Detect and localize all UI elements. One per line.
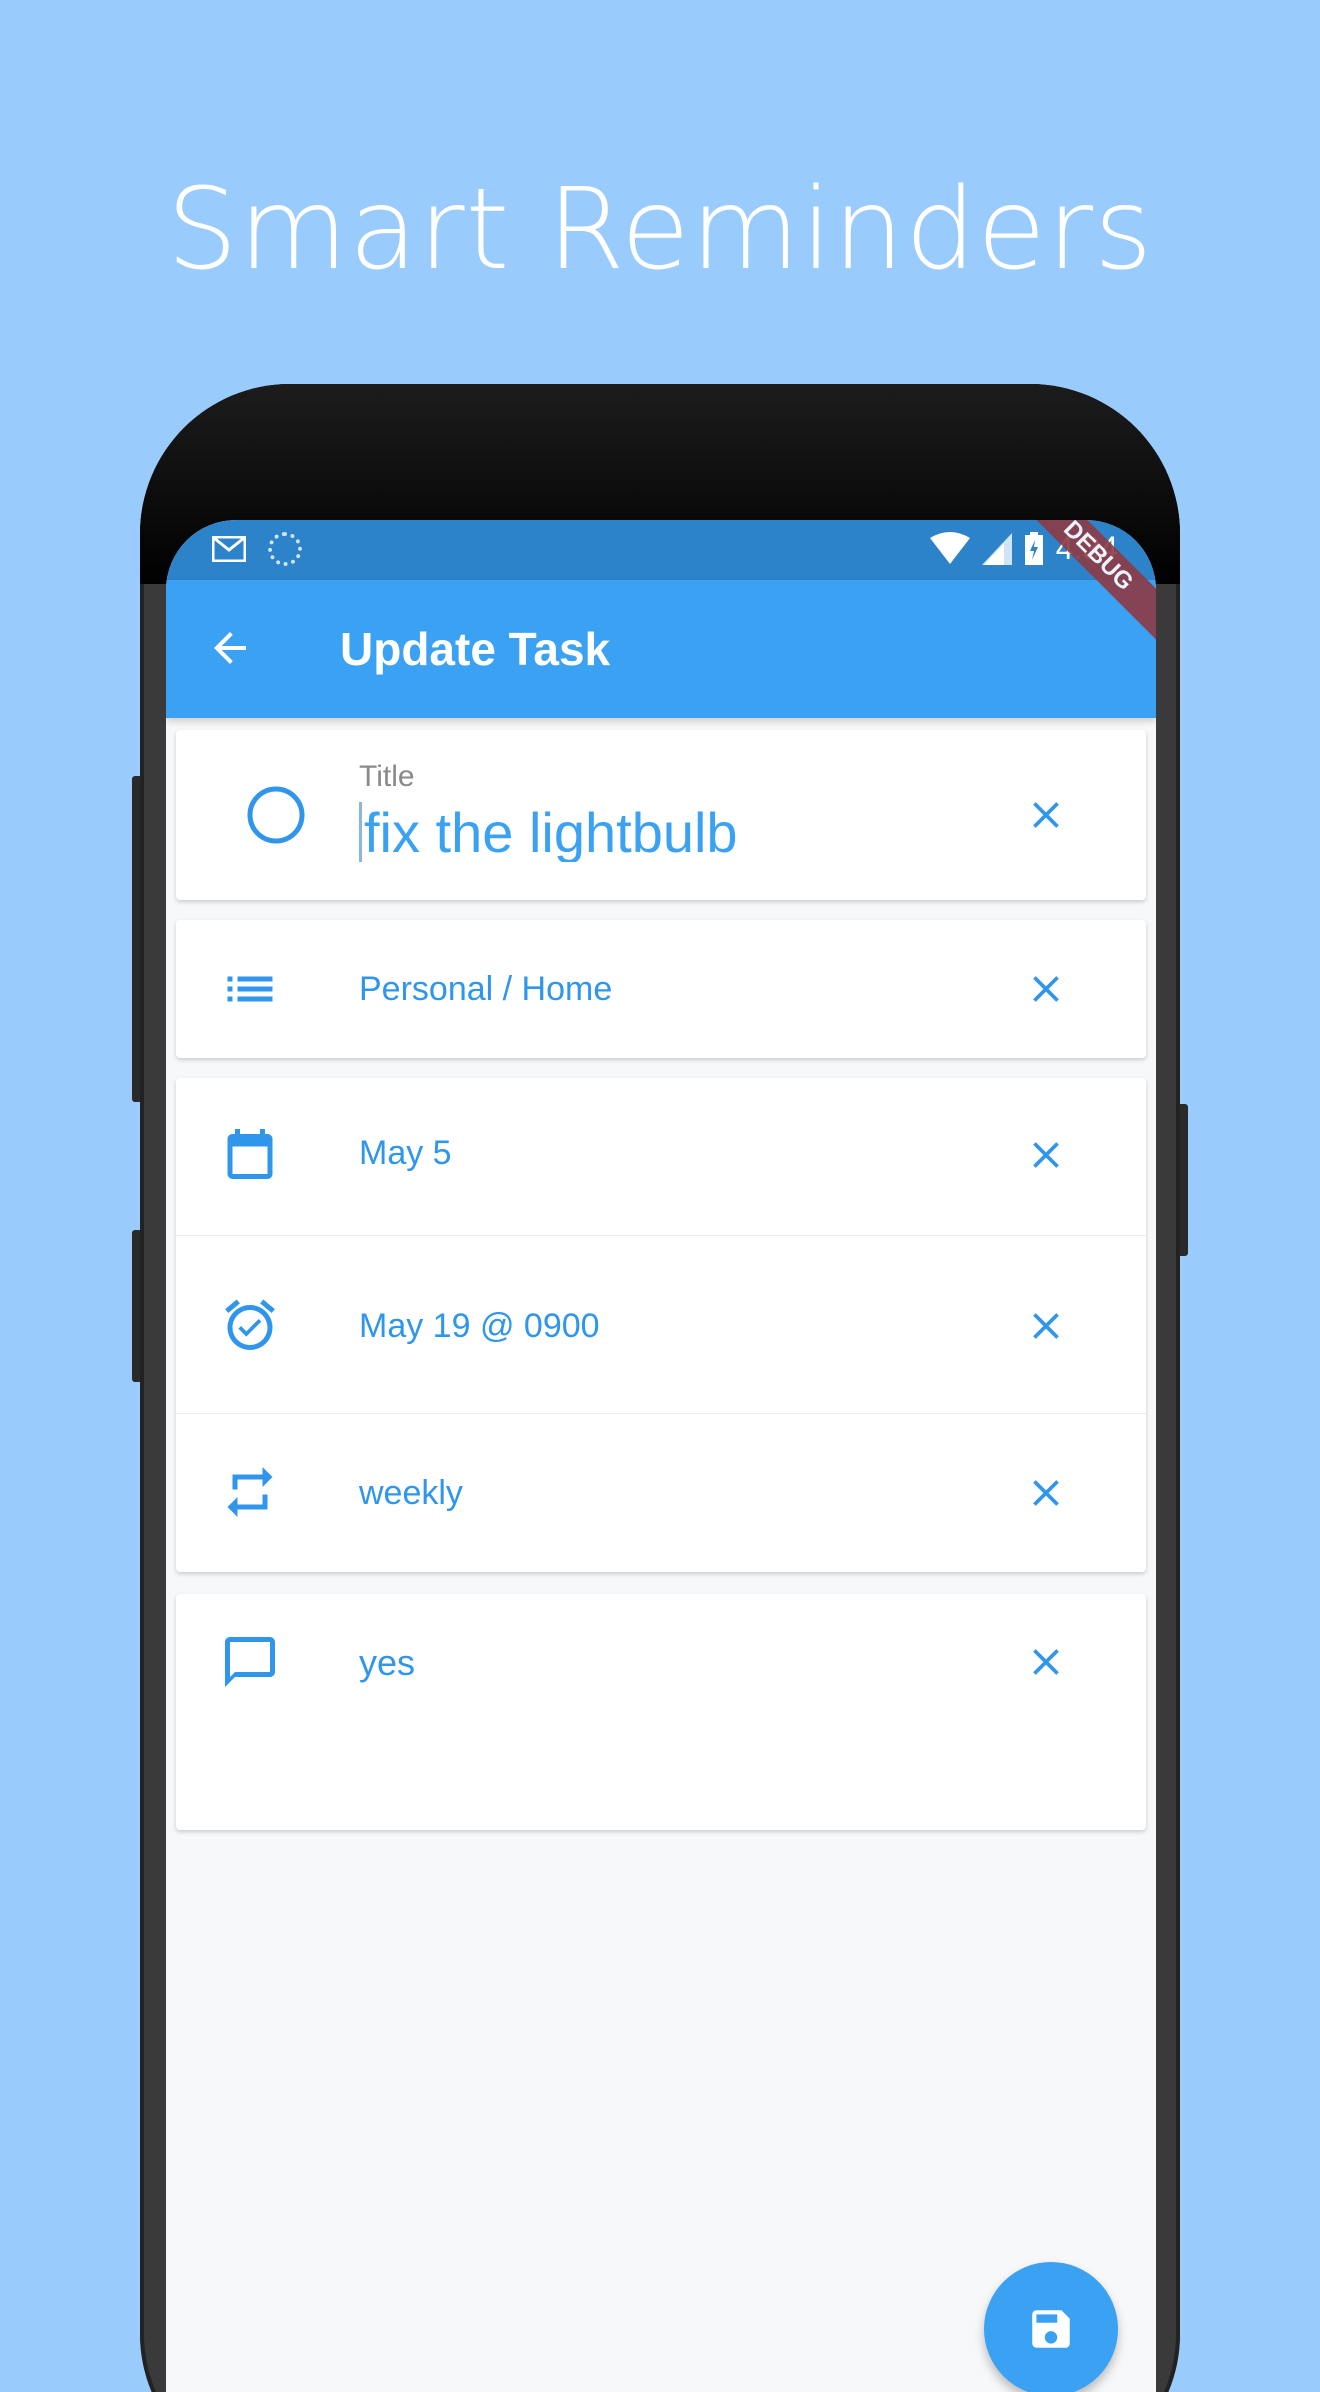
repeat-icon bbox=[227, 1467, 273, 1517]
arrow-left-icon[interactable] bbox=[206, 624, 254, 672]
gmail-icon bbox=[212, 536, 246, 562]
close-icon[interactable] bbox=[1024, 1133, 1068, 1177]
due-date-row[interactable]: May 5 bbox=[176, 1078, 1146, 1236]
promo-headline: Smart Reminders bbox=[166, 165, 1154, 295]
due-date-label: May 5 bbox=[359, 1134, 452, 1172]
list-row[interactable]: Personal / Home bbox=[176, 920, 1146, 1058]
close-icon[interactable] bbox=[1024, 1471, 1068, 1515]
cell-signal-icon bbox=[981, 532, 1012, 565]
reminder-row[interactable]: May 19 @ 0900 bbox=[176, 1236, 1146, 1414]
comment-icon bbox=[225, 1637, 275, 1687]
calendar-icon bbox=[227, 1129, 273, 1179]
repeat-row[interactable]: weekly bbox=[176, 1414, 1146, 1572]
note-card: yes bbox=[176, 1594, 1146, 1830]
list-label: Personal / Home bbox=[359, 970, 613, 1008]
page-title: Update Task bbox=[340, 623, 611, 675]
list-card: Personal / Home bbox=[176, 920, 1146, 1058]
close-icon[interactable] bbox=[1024, 1304, 1068, 1348]
app-bar: Update Task bbox=[166, 580, 1156, 718]
alarm-check-icon bbox=[225, 1299, 275, 1351]
repeat-label: weekly bbox=[359, 1474, 463, 1512]
reminder-label: May 19 @ 0900 bbox=[359, 1307, 600, 1345]
floppy-disk-icon bbox=[1032, 2310, 1070, 2348]
title-field-label: Title bbox=[359, 760, 415, 793]
battery-charging-icon bbox=[1024, 531, 1043, 565]
app-screen: 4:34 Update Task DEBUG Title Personal / bbox=[166, 520, 1156, 2392]
status-bar: 4:34 bbox=[166, 520, 1156, 580]
circle-outline-icon[interactable] bbox=[246, 785, 306, 845]
save-button[interactable] bbox=[984, 2262, 1118, 2392]
title-card: Title bbox=[176, 730, 1146, 900]
schedule-card: May 5 May 19 @ 0900 weekly bbox=[176, 1078, 1146, 1572]
close-icon[interactable] bbox=[1024, 967, 1068, 1011]
wifi-icon bbox=[929, 531, 970, 564]
close-icon[interactable] bbox=[1024, 1640, 1068, 1684]
sync-icon bbox=[268, 532, 302, 566]
note-text: yes bbox=[359, 1642, 416, 1683]
title-input[interactable] bbox=[359, 802, 959, 862]
note-row[interactable]: yes bbox=[176, 1594, 1146, 1830]
close-icon[interactable] bbox=[1024, 793, 1068, 837]
list-icon bbox=[227, 976, 273, 1002]
